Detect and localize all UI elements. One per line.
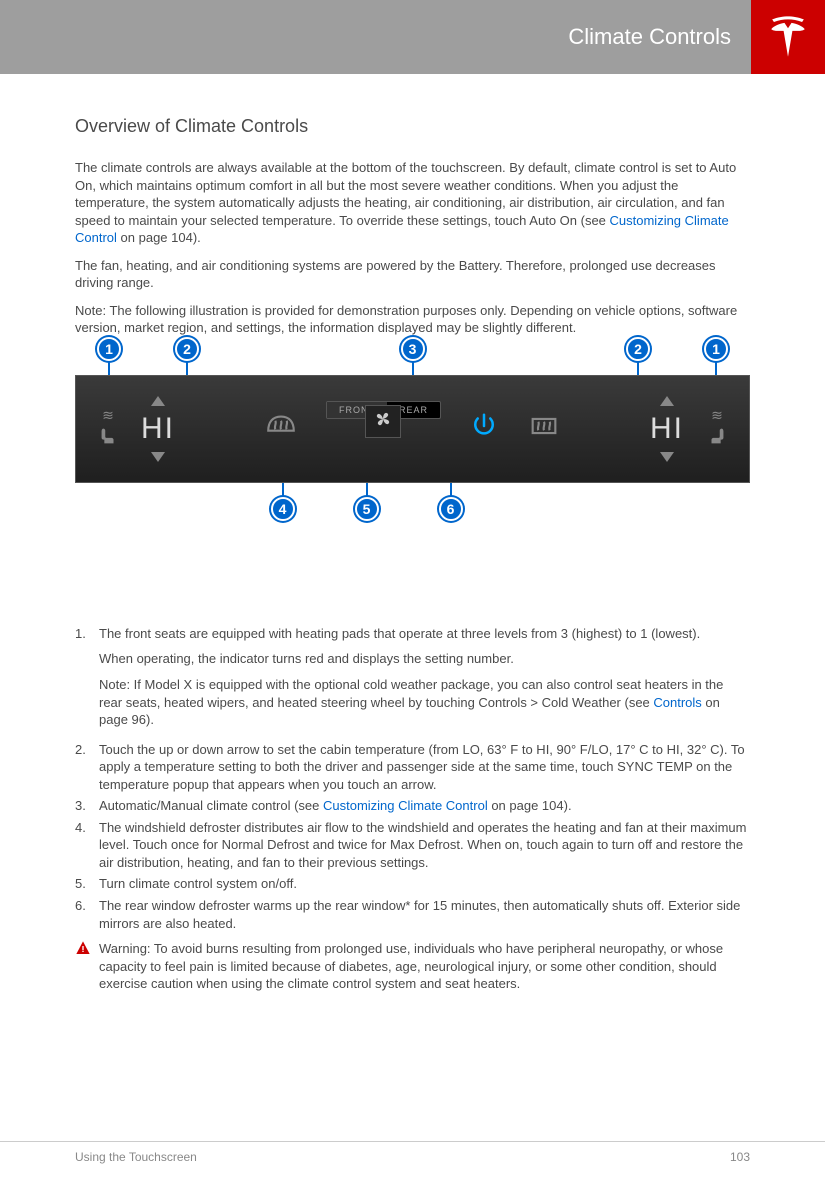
callout-1-left: 1 bbox=[97, 337, 121, 361]
intro-paragraph-3: Note: The following illustration is prov… bbox=[75, 302, 750, 337]
page-footer: Using the Touchscreen 103 bbox=[0, 1141, 825, 1164]
footer-page-number: 103 bbox=[730, 1150, 750, 1164]
climate-mode-selector: FRONT REAR bbox=[326, 401, 441, 456]
item4-text: The windshield defroster distributes air… bbox=[99, 819, 750, 872]
list-num-1: 1. bbox=[75, 625, 99, 737]
section-heading: Overview of Climate Controls bbox=[75, 116, 750, 137]
seat-heater-left-icon: ≋ bbox=[88, 411, 128, 447]
climate-bar-illustration: ≋ HI FRONT REAR bbox=[75, 375, 750, 483]
callout-5: 5 bbox=[355, 497, 379, 521]
callout-3: 3 bbox=[401, 337, 425, 361]
callout-2-right: 2 bbox=[626, 337, 650, 361]
footer-left: Using the Touchscreen bbox=[75, 1150, 197, 1164]
list-num-3: 3. bbox=[75, 797, 99, 815]
intro-paragraph-2: The fan, heating, and air conditioning s… bbox=[75, 257, 750, 292]
climate-illustration: 1 2 3 2 1 bbox=[75, 375, 750, 585]
callout-6: 6 bbox=[439, 497, 463, 521]
list-num-6: 6. bbox=[75, 897, 99, 932]
list-num-2: 2. bbox=[75, 741, 99, 794]
intro-text-1b: on page 104). bbox=[117, 230, 201, 245]
item3-text-b: on page 104). bbox=[488, 798, 572, 813]
content-area: Overview of Climate Controls The climate… bbox=[0, 74, 825, 993]
intro-paragraph-1: The climate controls are always availabl… bbox=[75, 159, 750, 247]
callout-4: 4 bbox=[271, 497, 295, 521]
temp-control-left: HI bbox=[128, 396, 188, 462]
item6-text: The rear window defroster warms up the r… bbox=[99, 897, 750, 932]
item1-sub2a: Note: If Model X is equipped with the op… bbox=[99, 677, 723, 710]
list-num-4: 4. bbox=[75, 819, 99, 872]
item1-sub2: Note: If Model X is equipped with the op… bbox=[99, 676, 750, 729]
warning-block: Warning: To avoid burns resulting from p… bbox=[75, 940, 750, 993]
warning-icon bbox=[75, 940, 99, 993]
item1-sub1: When operating, the indicator turns red … bbox=[99, 650, 750, 668]
rear-defrost-icon bbox=[527, 409, 561, 448]
list-item-1: 1. The front seats are equipped with hea… bbox=[75, 625, 750, 737]
list-item-3: 3. Automatic/Manual climate control (see… bbox=[75, 797, 750, 815]
temp-control-right: HI bbox=[637, 396, 697, 462]
page-title: Climate Controls bbox=[0, 0, 751, 74]
numbered-list: 1. The front seats are equipped with hea… bbox=[75, 625, 750, 932]
windshield-defrost-icon bbox=[264, 408, 298, 450]
callout-1-right: 1 bbox=[704, 337, 728, 361]
temp-left-value: HI bbox=[141, 412, 175, 446]
tesla-logo-icon bbox=[766, 15, 810, 59]
list-item-4: 4. The windshield defroster distributes … bbox=[75, 819, 750, 872]
link-customizing-climate-2[interactable]: Customizing Climate Control bbox=[323, 798, 488, 813]
fan-icon bbox=[372, 408, 394, 430]
item5-text: Turn climate control system on/off. bbox=[99, 875, 750, 893]
seat-heater-right-icon: ≋ bbox=[697, 411, 737, 447]
list-num-5: 5. bbox=[75, 875, 99, 893]
temp-right-value: HI bbox=[650, 412, 684, 446]
callout-2-left: 2 bbox=[175, 337, 199, 361]
item3-text-a: Automatic/Manual climate control (see bbox=[99, 798, 323, 813]
temp-down-left-icon bbox=[151, 452, 165, 462]
list-item-2: 2. Touch the up or down arrow to set the… bbox=[75, 741, 750, 794]
page-header: Climate Controls bbox=[0, 0, 825, 74]
temp-up-left-icon bbox=[151, 396, 165, 406]
temp-up-right-icon bbox=[660, 396, 674, 406]
item2-text: Touch the up or down arrow to set the ca… bbox=[99, 741, 750, 794]
item3-body: Automatic/Manual climate control (see Cu… bbox=[99, 797, 750, 815]
temp-down-right-icon bbox=[660, 452, 674, 462]
link-controls[interactable]: Controls bbox=[653, 695, 701, 710]
power-icon bbox=[469, 411, 499, 446]
list-item-5: 5. Turn climate control system on/off. bbox=[75, 875, 750, 893]
tesla-logo bbox=[751, 0, 825, 74]
warning-text: Warning: To avoid burns resulting from p… bbox=[99, 940, 750, 993]
list-item-6: 6. The rear window defroster warms up th… bbox=[75, 897, 750, 932]
item1-main: The front seats are equipped with heatin… bbox=[99, 625, 750, 643]
